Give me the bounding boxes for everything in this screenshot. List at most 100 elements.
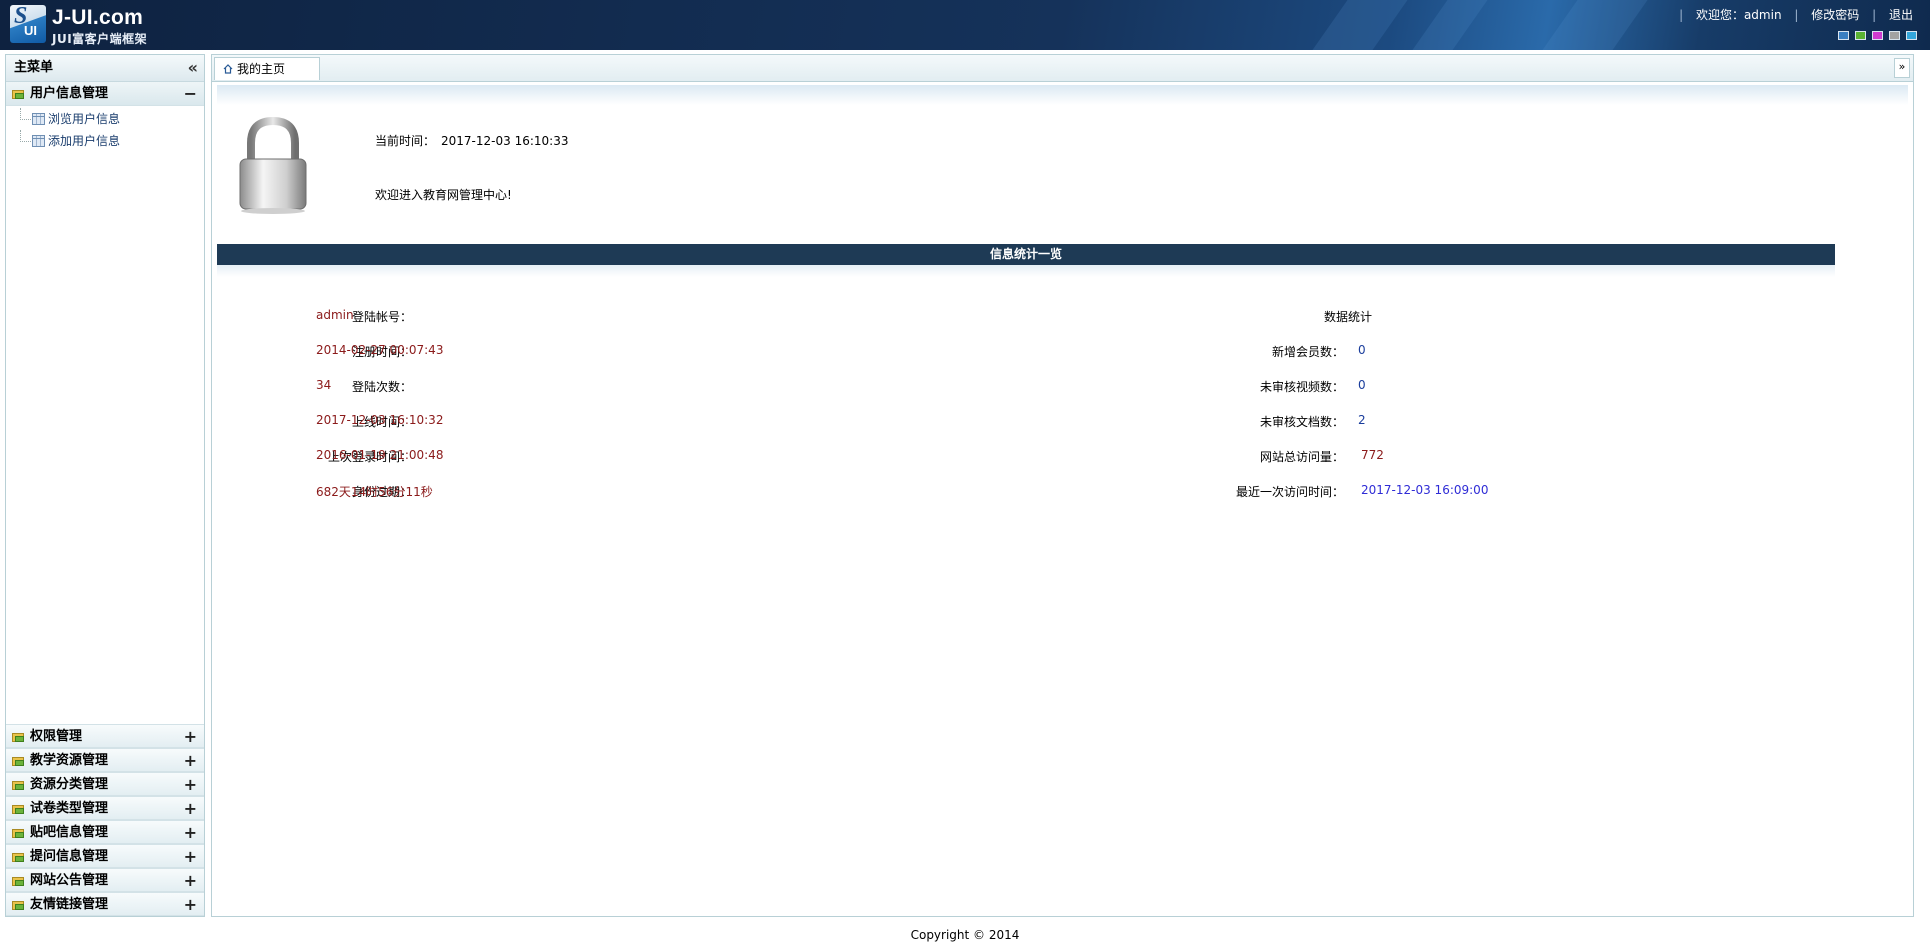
logo-mark-icon: S UI [10, 3, 46, 43]
logo: S UI J-UI.com JUI富客户端框架 [10, 3, 170, 46]
expand-icon[interactable]: + [184, 821, 197, 845]
accordion-label: 试卷类型管理 [30, 801, 109, 816]
stat-value: 682天14时56分11秒 [316, 485, 433, 499]
stat-value: 2017-12-03 16:09:00 [1361, 483, 1489, 497]
stat-value: 0 [1358, 343, 1366, 357]
logo-title: J-UI.com [52, 6, 144, 29]
stat-value: 2016-01-19 21:00:48 [316, 448, 444, 462]
expand-icon[interactable]: + [184, 749, 197, 773]
table-icon [32, 135, 45, 147]
expand-icon[interactable]: + [184, 869, 197, 893]
expand-icon[interactable]: + [184, 725, 197, 749]
header-decor [1542, 0, 1648, 50]
stat-value: 34 [316, 378, 332, 392]
logo-subtitle: JUI富客户端框架 [52, 32, 148, 46]
accordion-list: 权限管理 + 教学资源管理 + 资源分类管理 + 试卷类型管理 + 贴吧信息管理… [6, 724, 204, 916]
welcome-user: 欢迎您：admin [1695, 8, 1782, 22]
current-time-value: 2017-12-03 16:10:33 [441, 134, 569, 148]
main-panel: 我的主页 » 当前时间： 2017-12-03 16:10:33 欢迎进入教育网管… [211, 54, 1914, 917]
home-icon [223, 64, 233, 74]
accordion-user-info[interactable]: 用户信息管理 − [6, 82, 204, 106]
stat-label: 登陆次数： [351, 380, 412, 394]
folder-icon [12, 827, 25, 838]
stat-value: 772 [1361, 448, 1384, 462]
accordion-label: 资源分类管理 [30, 777, 109, 792]
folder-icon [12, 779, 25, 790]
expand-icon[interactable]: + [184, 893, 197, 917]
collapse-icon[interactable]: − [184, 82, 197, 106]
top-header: S UI J-UI.com JUI富客户端框架 | 欢迎您：admin | 修改密… [0, 0, 1930, 50]
accordion-label: 权限管理 [30, 729, 83, 744]
current-time-label: 当前时间： [375, 134, 436, 148]
stat-label: 登陆帐号： [351, 310, 412, 324]
accordion-label: 提问信息管理 [30, 849, 109, 864]
collapse-sidebar-icon[interactable]: « [188, 55, 198, 81]
theme-silver[interactable] [1889, 31, 1900, 40]
top-nav: | 欢迎您：admin | 修改密码 | 退出 [1679, 8, 1913, 22]
accordion-label: 用户信息管理 [30, 86, 109, 101]
theme-switcher [1838, 31, 1917, 40]
accordion-label: 教学资源管理 [30, 753, 109, 768]
sidebar: 主菜单 « 用户信息管理 − 浏览用户信息 添加用户信息 权限管理 + 教学资源… [5, 54, 205, 917]
accordion-questions[interactable]: 提问信息管理 + [6, 844, 204, 868]
stat-value: 2014-02-27 00:07:43 [316, 343, 444, 357]
stat-value: 2017-12-03 16:10:32 [316, 413, 444, 427]
accordion-forum-posts[interactable]: 贴吧信息管理 + [6, 820, 204, 844]
stat-label: 网站总访问量： [1259, 450, 1344, 464]
accordion-paper-types[interactable]: 试卷类型管理 + [6, 796, 204, 820]
current-time: 当前时间： 2017-12-03 16:10:33 [375, 132, 568, 149]
folder-icon [12, 875, 25, 886]
site-stats-title: 数据统计 [1324, 310, 1373, 324]
folder-icon [12, 88, 25, 99]
accordion-permissions[interactable]: 权限管理 + [6, 724, 204, 748]
tab-bar: 我的主页 » [212, 55, 1913, 82]
sidebar-title-text: 主菜单 [14, 60, 54, 75]
tab-home[interactable]: 我的主页 [214, 57, 320, 80]
stats-title-bar: 信息统计一览 [217, 244, 1835, 265]
footer-copyright: Copyright © 2014 [910, 928, 1020, 942]
accordion-label: 网站公告管理 [30, 873, 109, 888]
sidebar-title: 主菜单 « [6, 55, 204, 82]
accordion-friend-links[interactable]: 友情链接管理 + [6, 892, 204, 916]
stat-label: 未审核视频数： [1259, 380, 1344, 394]
table-icon [32, 113, 45, 125]
logout-link[interactable]: 退出 [1889, 8, 1913, 22]
stat-value: 0 [1358, 378, 1366, 392]
theme-azure[interactable] [1906, 31, 1917, 40]
tab-list-dropdown-icon[interactable]: » [1894, 58, 1910, 78]
expand-icon[interactable]: + [184, 797, 197, 821]
tree-item-label: 浏览用户信息 [48, 112, 121, 126]
folder-icon [12, 731, 25, 742]
stat-value: 2 [1358, 413, 1366, 427]
welcome-message: 欢迎进入教育网管理中心! [375, 188, 512, 202]
stat-label: 未审核文档数： [1259, 415, 1344, 429]
expand-icon[interactable]: + [184, 845, 197, 869]
folder-icon [12, 803, 25, 814]
theme-purple[interactable] [1872, 31, 1883, 40]
header-decor [1312, 0, 1408, 50]
folder-icon [12, 755, 25, 766]
theme-blue[interactable] [1838, 31, 1849, 40]
tree-item-browse-users[interactable]: 浏览用户信息 [6, 108, 204, 130]
tree-menu: 浏览用户信息 添加用户信息 [6, 106, 204, 152]
stat-label: 新增会员数： [1271, 345, 1344, 359]
expand-icon[interactable]: + [184, 773, 197, 797]
stats-band [217, 265, 1835, 277]
stat-value: admin [316, 308, 354, 322]
tree-item-add-user[interactable]: 添加用户信息 [6, 130, 204, 152]
header-decor [1412, 0, 1488, 50]
accordion-label: 友情链接管理 [30, 897, 109, 912]
lock-icon [239, 116, 307, 214]
accordion-teaching-resources[interactable]: 教学资源管理 + [6, 748, 204, 772]
stat-label: 最近一次访问时间： [1235, 485, 1344, 499]
accordion-announcements[interactable]: 网站公告管理 + [6, 868, 204, 892]
folder-icon [12, 899, 25, 910]
accordion-label: 贴吧信息管理 [30, 825, 109, 840]
folder-icon [12, 851, 25, 862]
tab-label: 我的主页 [237, 62, 286, 76]
content-band [217, 85, 1908, 105]
theme-green[interactable] [1855, 31, 1866, 40]
tree-item-label: 添加用户信息 [48, 134, 121, 148]
accordion-resource-categories[interactable]: 资源分类管理 + [6, 772, 204, 796]
change-password-link[interactable]: 修改密码 [1811, 8, 1859, 22]
